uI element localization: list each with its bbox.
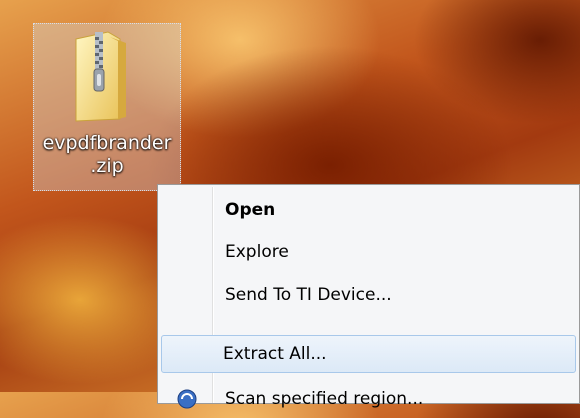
desktop-file-icon-evpdfbrander-zip[interactable]: evpdfbrander .zip bbox=[33, 23, 181, 191]
menu-item-label: Explore bbox=[225, 242, 289, 262]
scan-icon bbox=[177, 389, 197, 409]
filename-line1: evpdfbrander bbox=[42, 132, 172, 154]
desktop-file-label: evpdfbrander .zip bbox=[34, 132, 180, 178]
menu-item-send-to-ti-device[interactable]: Send To TI Device... bbox=[161, 276, 576, 314]
menu-item-label: Open bbox=[225, 200, 276, 220]
zip-folder-icon bbox=[75, 31, 126, 122]
menu-item-extract-all[interactable]: Extract All... bbox=[161, 335, 576, 373]
menu-item-open[interactable]: Open bbox=[161, 191, 576, 229]
menu-item-explore[interactable]: Explore bbox=[161, 233, 576, 271]
menu-item-label: Scan specified region... bbox=[225, 389, 424, 409]
filename-line2: .zip bbox=[90, 155, 124, 177]
menu-item-label: Extract All... bbox=[223, 344, 327, 364]
context-menu: Open Explore Send To TI Device... Extrac… bbox=[157, 184, 580, 409]
menu-item-scan-region[interactable]: Scan specified region... bbox=[161, 380, 576, 418]
menu-item-label: Send To TI Device... bbox=[225, 285, 392, 305]
